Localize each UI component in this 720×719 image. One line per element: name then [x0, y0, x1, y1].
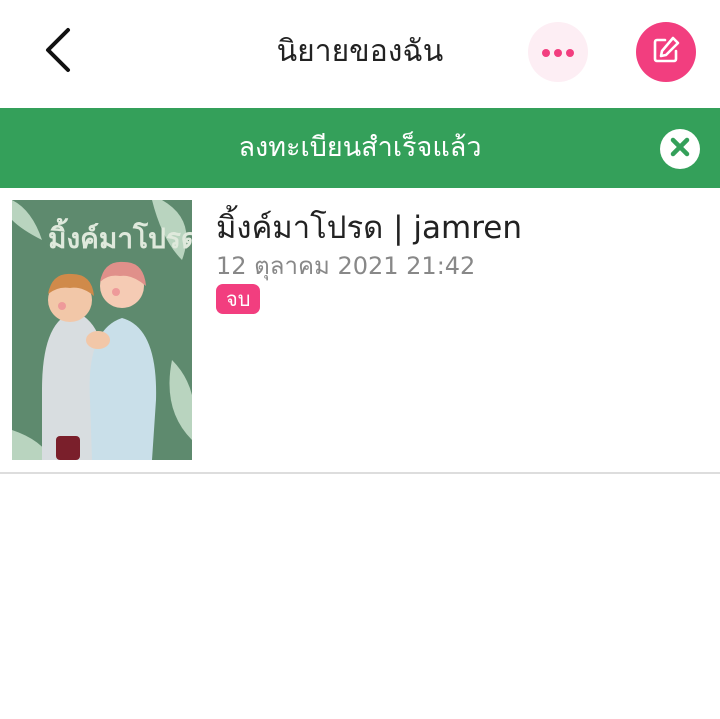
app-header: นิยายของฉัน [0, 0, 720, 108]
novel-title: มิ้งค์มาโปรด | jamren [216, 210, 523, 246]
novel-cover-image: มิ้งค์มาโปรด [12, 200, 192, 460]
edit-icon [651, 35, 681, 69]
write-novel-button[interactable] [636, 22, 696, 82]
success-banner: ลงทะเบียนสำเร็จแล้ว [0, 108, 720, 188]
chevron-left-icon [43, 27, 73, 77]
more-dots-icon [541, 43, 575, 62]
novel-list-item[interactable]: มิ้งค์มาโปรด มิ้งค์มาโปรด | jamren 12 ตุ… [0, 188, 720, 474]
novel-updated-date: 12 ตุลาคม 2021 21:42 [216, 252, 476, 280]
banner-message: ลงทะเบียนสำเร็จแล้ว [238, 132, 482, 163]
page-title: นิยายของฉัน [276, 34, 444, 69]
close-icon [669, 136, 691, 162]
back-button[interactable] [30, 22, 86, 82]
banner-close-button[interactable] [660, 129, 700, 169]
cover-title-text: มิ้งค์มาโปรด [48, 217, 192, 255]
status-badge: จบ [216, 284, 261, 314]
more-options-button[interactable] [528, 22, 588, 82]
